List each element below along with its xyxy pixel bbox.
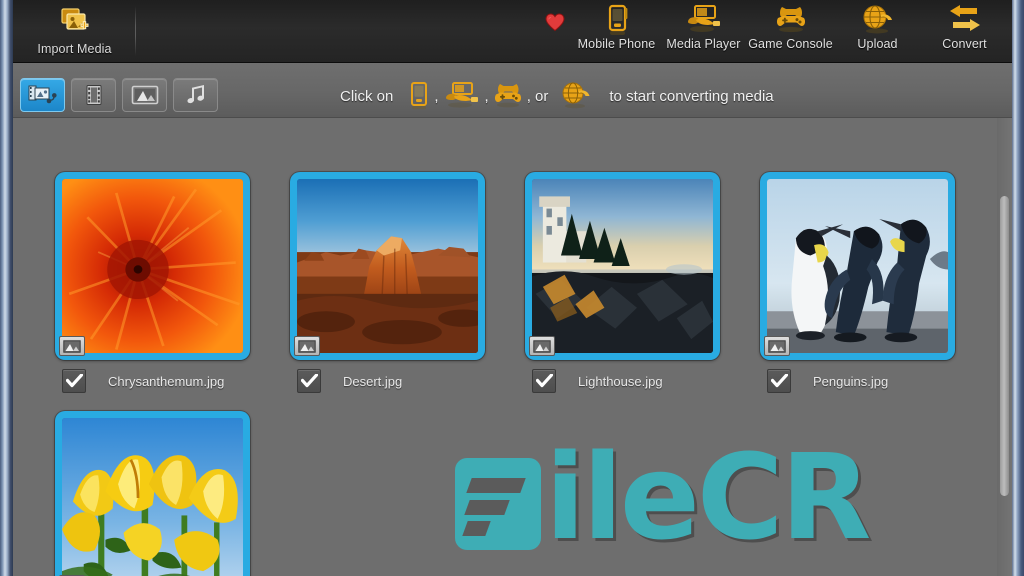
thumbnail-image [62, 179, 243, 353]
media-library-panel: Chrysanthemum.jpg Desert.jpg Lighthouse.… [13, 118, 1012, 576]
toolbar-divider [135, 6, 136, 56]
vertical-scrollbar[interactable] [997, 118, 1012, 576]
media-filename: Penguins.jpg [813, 373, 889, 389]
primary-toolbar: Import Media Mobile Phone Media Player G… [13, 0, 1012, 63]
media-filename: Chrysanthemum.jpg [108, 373, 225, 389]
film-strip-icon [86, 85, 101, 105]
upload-label: Upload [857, 37, 898, 51]
heart-icon[interactable] [541, 8, 569, 36]
desert-artwork [297, 179, 478, 353]
toolbar-action-group: Mobile Phone Media Player Game Console U… [573, 0, 1008, 63]
hint-media-player-icon[interactable] [442, 81, 482, 111]
picture-icon [131, 85, 158, 105]
convert-label: Convert [942, 37, 987, 51]
picture-badge-icon [764, 336, 790, 356]
thumbnail-image [767, 179, 948, 353]
media-checkbox[interactable] [62, 369, 86, 393]
list-item: Lighthouse.jpg [525, 172, 720, 393]
hint-or: , or [526, 87, 549, 105]
media-caption: Chrysanthemum.jpg [55, 369, 250, 393]
filter-tab-video[interactable] [71, 78, 116, 112]
game-console-icon [774, 4, 808, 36]
media-checkbox[interactable] [767, 369, 791, 393]
list-item: Penguins.jpg [760, 172, 955, 393]
list-item: Desert.jpg [290, 172, 485, 393]
media-thumbnail-penguins[interactable] [760, 172, 955, 360]
scrollbar-thumb[interactable] [1000, 196, 1009, 496]
hint-globe-upload-icon[interactable] [559, 81, 593, 111]
mobile-phone-label: Mobile Phone [577, 37, 656, 51]
lighthouse-artwork [532, 179, 713, 353]
hint-suffix: to start converting media [609, 87, 774, 105]
application-window: Import Media Mobile Phone Media Player G… [0, 0, 1024, 576]
conversion-hint: Click on , , , or to start converting me… [340, 80, 774, 112]
filter-tab-all-media[interactable] [20, 78, 65, 112]
window-border-right [1012, 0, 1024, 576]
media-grid: Chrysanthemum.jpg Desert.jpg Lighthouse.… [55, 172, 992, 576]
hint-comma-2: , [484, 87, 489, 105]
hint-prefix: Click on [340, 87, 394, 105]
globe-upload-icon [861, 4, 895, 36]
import-media-label: Import Media [37, 42, 112, 56]
mobile-phone-button[interactable]: Mobile Phone [573, 0, 660, 63]
media-thumbnail-tulips[interactable] [55, 411, 250, 576]
tulips-artwork [62, 418, 243, 576]
import-media-icon [60, 7, 90, 40]
hint-comma-1: , [434, 87, 439, 105]
window-border-left [0, 0, 13, 576]
list-item: Chrysanthemum.jpg [55, 172, 250, 393]
hint-mobile-phone-icon[interactable] [407, 81, 431, 111]
filter-tab-group [20, 78, 218, 112]
media-checkbox[interactable] [532, 369, 556, 393]
picture-badge-icon [529, 336, 555, 356]
filter-tab-photo[interactable] [122, 78, 167, 112]
chrysanthemum-artwork [62, 179, 243, 353]
media-thumbnail-chrysanthemum[interactable] [55, 172, 250, 360]
penguins-artwork [767, 179, 948, 353]
game-console-button[interactable]: Game Console [747, 0, 834, 63]
game-console-label: Game Console [748, 37, 833, 51]
all-media-icon [28, 85, 57, 104]
upload-button[interactable]: Upload [834, 0, 921, 63]
media-caption: Penguins.jpg [760, 369, 955, 393]
media-player-label: Media Player [666, 37, 741, 51]
media-player-icon [684, 4, 724, 36]
picture-badge-icon [294, 336, 320, 356]
convert-button[interactable]: Convert [921, 0, 1008, 63]
music-note-icon [186, 84, 204, 104]
list-item: Tulips.jpg [55, 411, 250, 576]
thumbnail-image [62, 418, 243, 576]
thumbnail-image [532, 179, 713, 353]
media-checkbox[interactable] [297, 369, 321, 393]
mobile-phone-icon [602, 4, 632, 36]
media-filename: Lighthouse.jpg [578, 373, 663, 389]
thumbnail-image [297, 179, 478, 353]
media-caption: Desert.jpg [290, 369, 485, 393]
media-player-button[interactable]: Media Player [660, 0, 747, 63]
filter-tab-audio[interactable] [173, 78, 218, 112]
media-thumbnail-desert[interactable] [290, 172, 485, 360]
hint-game-console-icon[interactable] [492, 81, 524, 111]
media-filename: Desert.jpg [343, 373, 403, 389]
media-caption: Lighthouse.jpg [525, 369, 720, 393]
picture-badge-icon [59, 336, 85, 356]
media-thumbnail-lighthouse[interactable] [525, 172, 720, 360]
convert-arrows-icon [947, 4, 983, 36]
import-media-button[interactable]: Import Media [22, 0, 127, 63]
